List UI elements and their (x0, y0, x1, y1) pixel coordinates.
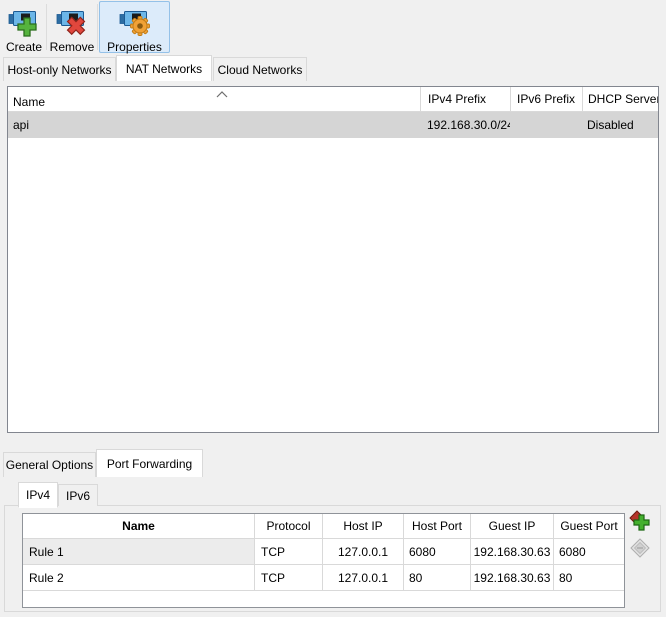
tab-port-forwarding-label: Port Forwarding (107, 457, 192, 471)
pf-column-header-guest-ip: Guest IP (471, 514, 554, 539)
remove-rule-icon (629, 537, 651, 562)
properties-button[interactable]: Properties (99, 1, 170, 53)
nat-networks-table-header: Name IPv4 Prefix IPv6 Prefix DHCP Server (8, 87, 658, 112)
column-header-ipv6-prefix[interactable]: IPv6 Prefix (510, 87, 582, 111)
tab-ipv4-label: IPv4 (26, 488, 50, 502)
pf-rule2-host-port-cell[interactable]: 80 (404, 565, 471, 591)
nat-networks-table: Name IPv4 Prefix IPv6 Prefix DHCP Server… (7, 86, 659, 433)
pf-column-header-protocol: Protocol (255, 514, 323, 539)
create-button-label: Create (6, 41, 42, 54)
tab-ipv4[interactable]: IPv4 (18, 482, 58, 508)
toolbar-separator (46, 4, 47, 50)
network-properties-icon (119, 5, 151, 40)
tab-ipv6-label: IPv6 (66, 489, 90, 503)
network-remove-icon (56, 5, 88, 40)
tab-nat-networks-label: NAT Networks (126, 62, 202, 76)
column-header-ipv4-prefix[interactable]: IPv4 Prefix (420, 87, 510, 111)
pf-column-header-name: Name (23, 514, 255, 539)
tab-port-forwarding[interactable]: Port Forwarding (96, 449, 203, 477)
tab-cloud-networks-label: Cloud Networks (218, 63, 303, 77)
add-rule-button[interactable] (629, 511, 651, 533)
network-create-icon (8, 5, 40, 40)
pf-column-header-host-port: Host Port (404, 514, 471, 539)
remove-button-label: Remove (50, 41, 95, 54)
network-ipv4-prefix-cell: 192.168.30.0/24 (420, 112, 510, 138)
remove-network-button[interactable]: Remove (48, 2, 96, 52)
tab-general-options[interactable]: General Options (3, 452, 96, 477)
pf-column-header-host-ip: Host IP (323, 514, 404, 539)
pf-table-header: Name Protocol Host IP Host Port Guest IP… (23, 514, 624, 539)
remove-rule-button[interactable] (629, 538, 651, 560)
pf-rule2-host-ip-cell[interactable]: 127.0.0.1 (323, 565, 404, 591)
column-header-dhcp-server[interactable]: DHCP Server (582, 87, 658, 111)
pf-rule-row-2[interactable]: Rule 2 TCP 127.0.0.1 80 192.168.30.63 80 (23, 565, 624, 591)
network-ipv6-prefix-cell (510, 112, 582, 138)
tab-host-only-networks[interactable]: Host-only Networks (3, 57, 116, 81)
create-network-button[interactable]: Create (2, 2, 46, 52)
tab-general-options-label: General Options (6, 458, 93, 472)
add-rule-icon (629, 510, 651, 535)
sort-ascending-icon (215, 87, 229, 101)
properties-button-label: Properties (107, 41, 162, 54)
network-dhcp-server-cell: Disabled (582, 112, 658, 138)
pf-rule2-guest-ip-cell[interactable]: 192.168.30.63 (471, 565, 554, 591)
pf-rule1-host-port-cell[interactable]: 6080 (404, 539, 471, 565)
toolbar-separator (97, 4, 98, 50)
network-row-api[interactable]: api 192.168.30.0/24 Disabled (8, 112, 658, 138)
pf-rule1-name-cell[interactable]: Rule 1 (23, 539, 255, 565)
pf-column-header-guest-port: Guest Port (554, 514, 624, 539)
pf-rule1-guest-ip-cell[interactable]: 192.168.30.63 (471, 539, 554, 565)
pf-rule1-guest-port-cell[interactable]: 6080 (554, 539, 624, 565)
pf-rule1-host-ip-cell[interactable]: 127.0.0.1 (323, 539, 404, 565)
tab-cloud-networks[interactable]: Cloud Networks (213, 57, 307, 81)
pf-rule-row-1[interactable]: Rule 1 TCP 127.0.0.1 6080 192.168.30.63 … (23, 539, 624, 565)
tab-ipv6[interactable]: IPv6 (58, 484, 98, 506)
pf-rule2-guest-port-cell[interactable]: 80 (554, 565, 624, 591)
port-forwarding-table: Name Protocol Host IP Host Port Guest IP… (22, 513, 625, 608)
tab-nat-networks[interactable]: NAT Networks (116, 55, 212, 81)
column-header-name[interactable]: Name (8, 87, 420, 111)
network-name-cell: api (8, 112, 420, 138)
pf-rule2-protocol-cell[interactable]: TCP (255, 565, 323, 591)
pf-rule1-protocol-cell[interactable]: TCP (255, 539, 323, 565)
virtualbox-network-manager: { "toolbar": { "create_label": "Create",… (0, 0, 666, 617)
tab-host-only-networks-label: Host-only Networks (7, 63, 111, 77)
pf-rule2-name-cell[interactable]: Rule 2 (23, 565, 255, 591)
